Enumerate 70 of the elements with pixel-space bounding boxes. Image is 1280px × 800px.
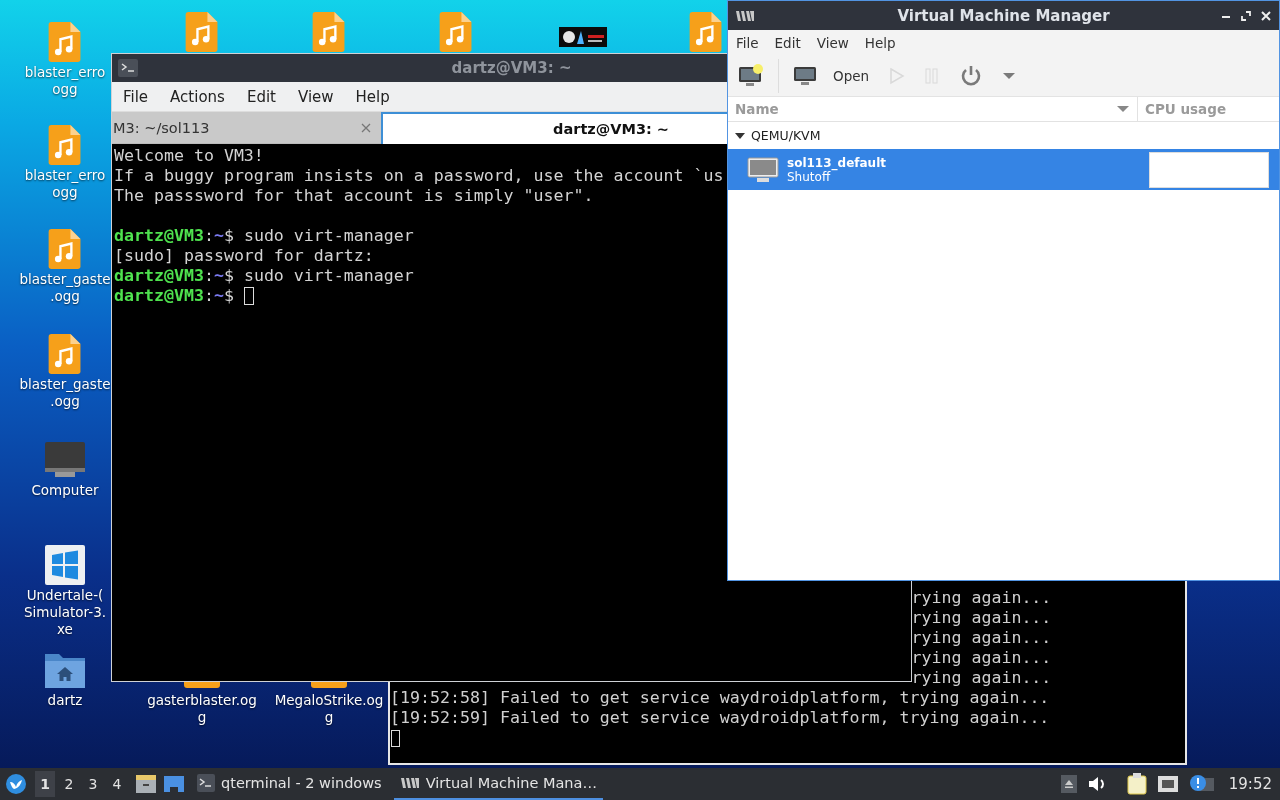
terminal-line: rying again...: [911, 608, 1052, 628]
monitor-icon[interactable]: [43, 440, 87, 480]
terminal-line: rying again...: [911, 668, 1052, 688]
caret-icon: [1003, 72, 1016, 80]
task-button[interactable]: Virtual Machine Mana…: [393, 768, 603, 800]
terminal-line: rying again...: [911, 648, 1052, 668]
volume-icon[interactable]: [1086, 775, 1107, 793]
terminal-tab[interactable]: M3: ~/sol113: [112, 112, 381, 144]
workspace-button[interactable]: 2: [59, 771, 79, 797]
terminal-line: [19:52:58] Failed to get service waydroidplatform, trying again...: [390, 688, 1050, 708]
monitor-icon: [793, 65, 817, 87]
clipboard-icon[interactable]: [1126, 773, 1147, 795]
terminal-line: Welcome to VM3!: [114, 146, 264, 166]
menu-item[interactable]: Help: [856, 35, 904, 51]
group-row[interactable]: QEMU/KVM: [728, 122, 1279, 149]
workspace-button[interactable]: 3: [83, 771, 103, 797]
terminal-line: rying again...: [911, 588, 1052, 608]
terminal-icon: [197, 774, 215, 792]
terminal-line: dartz@VM3:~$ sudo virt-manager: [114, 226, 414, 246]
icon-label[interactable]: dartz: [47, 692, 83, 709]
thumbnail-icon[interactable]: [559, 27, 607, 47]
icon-label[interactable]: Undertale-( Simulator-3. xe: [23, 587, 106, 638]
eject-icon[interactable]: [1060, 775, 1077, 793]
app-logo-icon: [735, 9, 755, 22]
new-vm-icon: [738, 64, 764, 88]
vm-status: Shutoff: [787, 169, 831, 184]
menu-item[interactable]: View: [808, 35, 857, 51]
terminal-line: dartz@VM3:~$: [114, 286, 235, 306]
menu-item[interactable]: Edit: [235, 87, 287, 106]
vm-row[interactable]: sol113_default Shutoff: [728, 149, 1279, 190]
icon-label[interactable]: blaster_gaste .ogg: [19, 271, 111, 305]
maximize-icon[interactable]: [1241, 10, 1251, 21]
group-name: QEMU/KVM: [751, 128, 821, 143]
window-title: Virtual Machine Manager: [897, 6, 1110, 25]
menu-item[interactable]: Edit: [766, 35, 809, 51]
terminal-line: rying again...: [911, 628, 1052, 648]
open-button[interactable]: Open: [783, 61, 880, 91]
clock: 19:52: [1228, 775, 1272, 793]
terminal-icon: [118, 59, 138, 77]
caret-icon: [1117, 105, 1129, 113]
icon-label[interactable]: blaster_gaste .ogg: [19, 376, 111, 410]
text-cursor: [391, 730, 400, 747]
terminal-line: [sudo] password for dartz:: [114, 246, 374, 266]
workspace-button[interactable]: 4: [107, 771, 127, 797]
play-icon: [889, 67, 906, 85]
start-menu-icon[interactable]: [5, 773, 27, 795]
window-title: dartz@VM3: ~: [451, 59, 572, 77]
terminal-tab[interactable]: dartz@VM3: ~: [381, 112, 727, 144]
icon-label[interactable]: MegaloStrike.og g: [274, 692, 384, 726]
file-manager-icon[interactable]: [135, 774, 157, 794]
notification-icon[interactable]: [1188, 774, 1215, 794]
icon-label[interactable]: gasterblaster.og g: [147, 692, 257, 726]
terminal-line: dartz@VM3:~$ sudo virt-manager: [114, 266, 414, 286]
workspace-button[interactable]: 1: [35, 771, 55, 797]
menu-item[interactable]: Help: [344, 87, 401, 106]
menu-item[interactable]: File: [728, 35, 767, 51]
desktop-icon[interactable]: [163, 775, 185, 793]
app-logo-icon: [399, 777, 420, 789]
menu-item[interactable]: Actions: [159, 87, 236, 106]
network-icon[interactable]: [1156, 775, 1179, 793]
terminal-line: The passsword for that account is simply "user".: [114, 186, 594, 206]
menu-item[interactable]: File: [112, 87, 160, 106]
menu-item[interactable]: View: [286, 87, 345, 106]
icon-label[interactable]: Computer: [31, 482, 99, 499]
vm-name: sol113_default: [787, 155, 887, 170]
terminal-line: If a buggy program insists on a password, use the account `us: [114, 166, 724, 186]
task-button[interactable]: qterminal - 2 windows: [191, 768, 388, 800]
monitor-icon: [747, 156, 779, 183]
terminal-line: [19:52:59] Failed to get service waydroidplatform, trying again...: [390, 708, 1050, 728]
windows-app-icon[interactable]: [43, 545, 87, 585]
